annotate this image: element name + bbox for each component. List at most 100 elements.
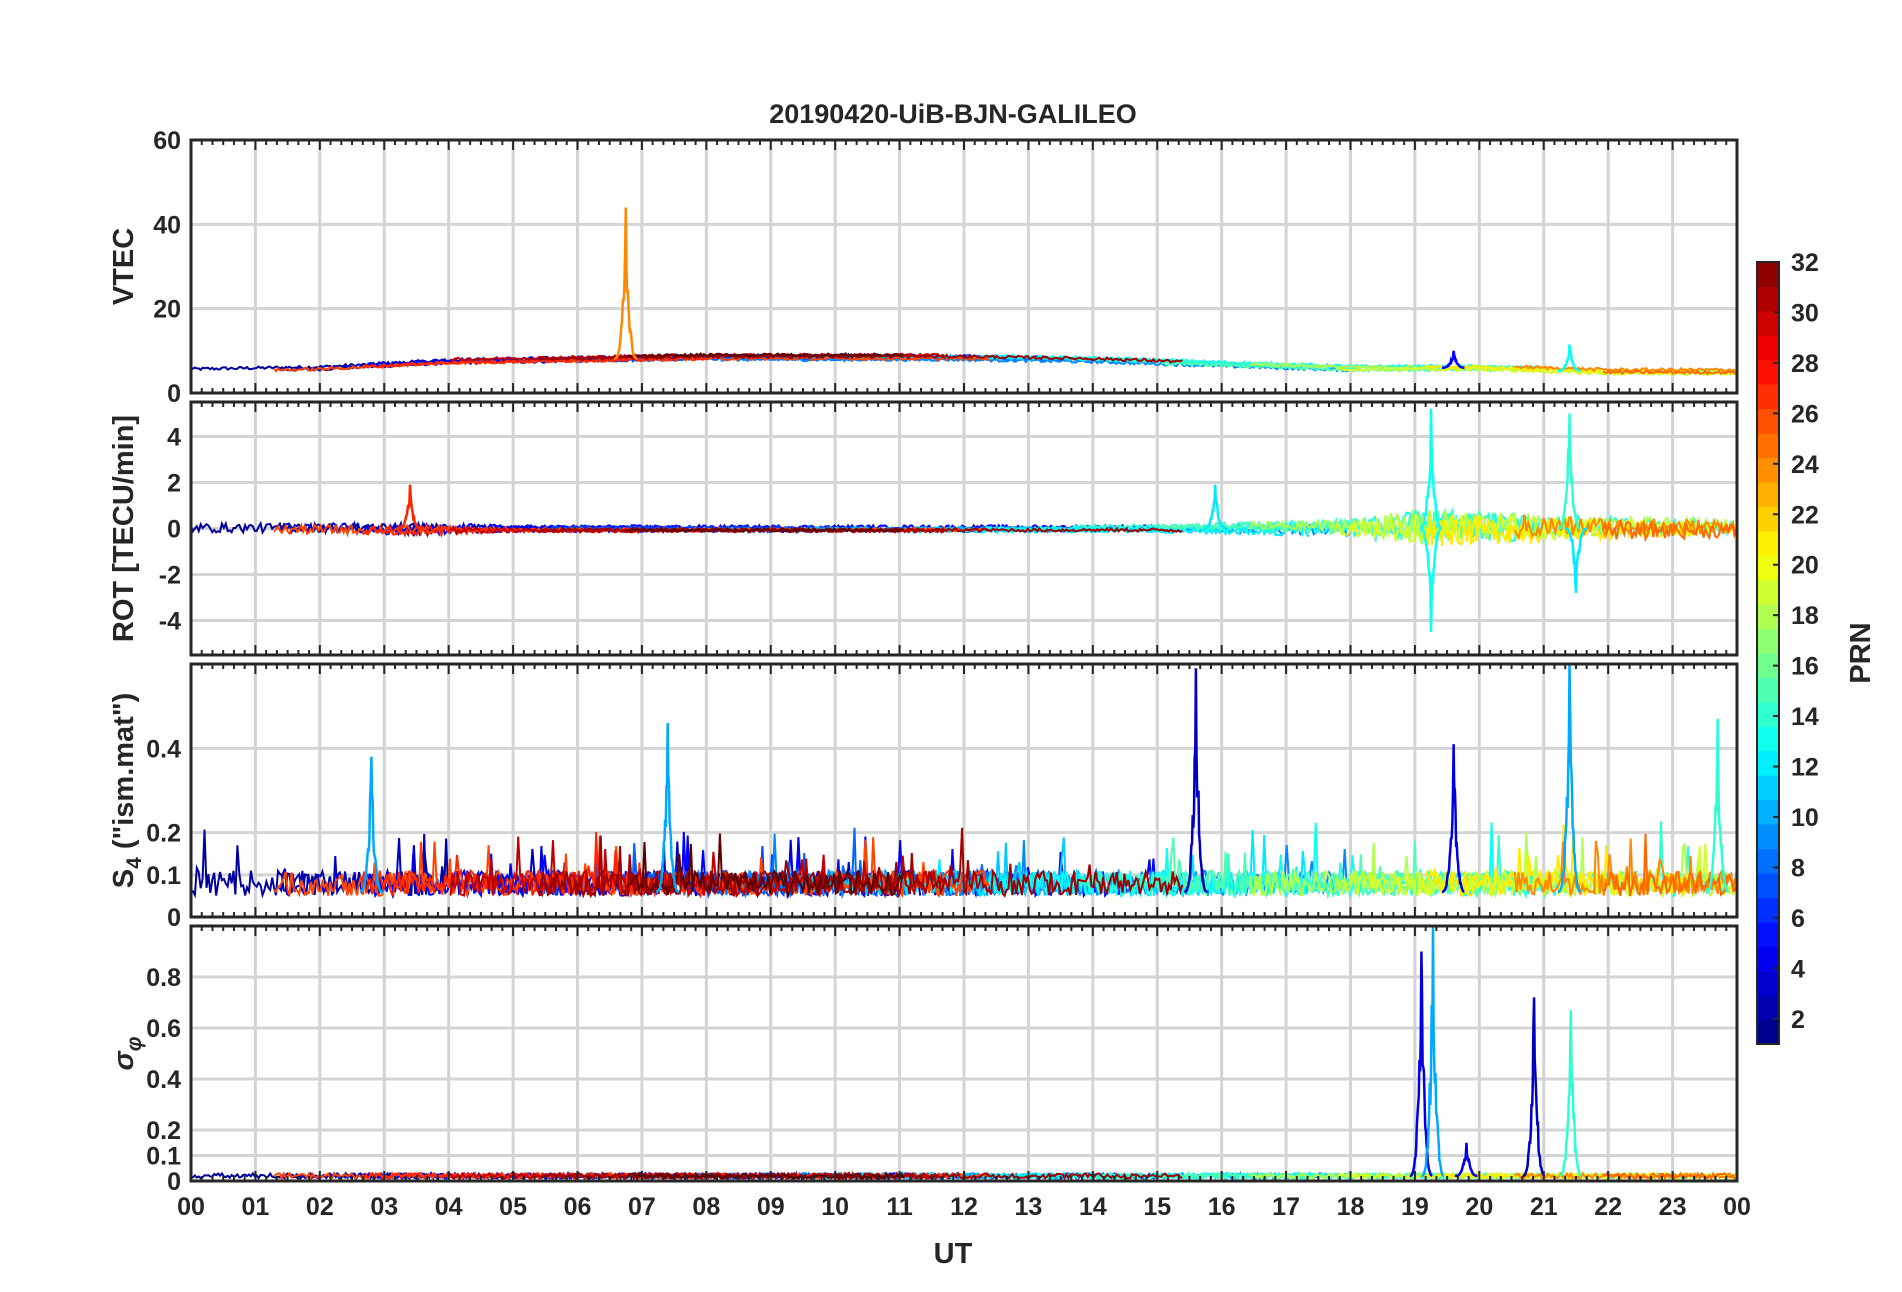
x-tick-label: 19 xyxy=(1401,1193,1429,1221)
panel-2: -4 -2 0 2 4 ROT [TECU/min] xyxy=(108,400,1739,657)
series-spike xyxy=(614,207,638,360)
series-spike xyxy=(1421,926,1445,1178)
chart-figure: 20190420-UiB-BJN-GALILEO 0204060VTEC-4-2… xyxy=(108,99,1877,1270)
x-tick-label: 08 xyxy=(692,1193,720,1221)
colorbar-tick-label: 18 xyxy=(1791,602,1819,630)
colorbar-segment xyxy=(1757,555,1779,581)
series-spike xyxy=(1419,527,1443,633)
colorbar-segment xyxy=(1757,775,1779,801)
colorbar-segment xyxy=(1757,384,1779,410)
series-spike xyxy=(1184,668,1208,893)
y-tick-label: 0 xyxy=(167,904,181,932)
colorbar-tick-label: 24 xyxy=(1791,451,1819,479)
colorbar-segment xyxy=(1757,701,1779,727)
colorbar-segment xyxy=(1757,726,1779,752)
colorbar-tick-label: 32 xyxy=(1791,249,1819,277)
chart-title: 20190420-UiB-BJN-GALILEO xyxy=(769,99,1137,129)
y-axis-label: S4 ("ism.mat") xyxy=(108,693,146,889)
y-tick-label: 40 xyxy=(153,211,181,239)
series-spike xyxy=(1454,1142,1478,1178)
x-tick-label: 13 xyxy=(1015,1193,1043,1221)
colorbar-tick-label: 4 xyxy=(1791,955,1805,983)
panel-1: 0 20 40 60 VTEC xyxy=(108,127,1739,408)
y-tick-label: -4 xyxy=(159,608,181,636)
colorbar-segment xyxy=(1757,262,1779,287)
colorbar-tick-label: 12 xyxy=(1791,754,1819,782)
colorbar-segment xyxy=(1757,628,1779,654)
y-tick-label: 0 xyxy=(167,516,181,544)
y-tick-label: 0.1 xyxy=(146,862,181,890)
y-tick-label: 0.2 xyxy=(146,1117,181,1145)
x-tick-label: 01 xyxy=(242,1193,270,1221)
y-tick-label: 0.1 xyxy=(146,1143,181,1171)
colorbar-segment xyxy=(1757,970,1779,996)
colorbar-segment xyxy=(1757,457,1779,483)
y-tick-label: 60 xyxy=(153,127,181,155)
colorbar-tick-label: 20 xyxy=(1791,552,1819,580)
series-spike xyxy=(1559,1010,1583,1178)
x-tick-label: 23 xyxy=(1659,1193,1687,1221)
y-tick-label: 0.2 xyxy=(146,820,181,848)
colorbar-tick-label: 26 xyxy=(1791,400,1819,428)
colorbar-segment xyxy=(1757,872,1779,898)
colorbar-tick-label: 10 xyxy=(1791,804,1819,832)
colorbar-segment xyxy=(1757,677,1779,703)
x-tick-label: 12 xyxy=(950,1193,978,1221)
colorbar-tick-label: 14 xyxy=(1791,703,1819,731)
x-tick-label: 16 xyxy=(1208,1193,1236,1221)
x-tick-label: 11 xyxy=(886,1193,913,1221)
x-tick-label: 14 xyxy=(1079,1193,1107,1221)
x-tick-label: 00 xyxy=(177,1193,205,1221)
colorbar: 2468101214161820222426283032PRN xyxy=(1756,249,1877,1045)
panel-3: 0 0.1 0.2 0.4S4 ("ism.mat") xyxy=(108,662,1739,932)
colorbar-segment xyxy=(1757,506,1779,532)
colorbar-tick-label: 28 xyxy=(1791,350,1819,378)
colorbar-segment xyxy=(1757,824,1779,849)
colorbar-segment xyxy=(1757,604,1779,630)
x-tick-label: 07 xyxy=(628,1193,656,1221)
colorbar-tick-label: 2 xyxy=(1791,1006,1805,1034)
colorbar-tick-label: 16 xyxy=(1791,653,1819,681)
colorbar-segment xyxy=(1757,848,1779,874)
series-spike xyxy=(1442,744,1465,893)
x-tick-label: 00 xyxy=(1723,1193,1751,1221)
colorbar-tick-label: 30 xyxy=(1791,299,1819,327)
y-axis-label: ROT [TECU/min] xyxy=(108,415,140,642)
x-tick-label: 21 xyxy=(1530,1193,1558,1221)
y-axis-label: VTEC xyxy=(108,228,140,305)
colorbar-segment xyxy=(1757,995,1779,1021)
colorbar-segment xyxy=(1757,530,1779,556)
y-tick-label: 0 xyxy=(167,1168,181,1196)
x-tick-label: 09 xyxy=(757,1193,785,1221)
x-tick-label: 15 xyxy=(1143,1193,1171,1221)
series-spike xyxy=(1557,413,1581,530)
colorbar-segment xyxy=(1757,286,1779,312)
y-tick-label: 2 xyxy=(167,470,181,498)
x-tick-label: 10 xyxy=(821,1193,849,1221)
x-tick-label: 05 xyxy=(499,1193,527,1221)
x-tick-label: 03 xyxy=(370,1193,398,1221)
x-tick-label: 17 xyxy=(1272,1193,1300,1221)
colorbar-segment xyxy=(1757,310,1779,336)
x-tick-label: 04 xyxy=(435,1193,463,1221)
y-tick-label: 0.8 xyxy=(146,964,181,992)
colorbar-tick-label: 22 xyxy=(1791,501,1819,529)
x-tick-labels: 00 01 02 03 04 05 06 07 08 09 10 11 12 13 14 15 16 17 18 19… xyxy=(177,1193,1751,1221)
x-tick-label: 22 xyxy=(1594,1193,1622,1221)
x-tick-label: 02 xyxy=(306,1193,334,1221)
colorbar-segment xyxy=(1757,1019,1779,1045)
series-spike xyxy=(1706,718,1729,893)
y-tick-label: 0 xyxy=(167,380,181,408)
colorbar-segment xyxy=(1757,481,1779,507)
x-tick-label: 18 xyxy=(1337,1193,1365,1221)
y-tick-label: 4 xyxy=(167,424,181,452)
y-tick-label: 0.4 xyxy=(146,735,181,763)
x-tick-label: 06 xyxy=(564,1193,592,1221)
colorbar-segment xyxy=(1757,335,1779,361)
y-tick-label: 0.4 xyxy=(146,1066,181,1094)
y-tick-label: -2 xyxy=(159,562,181,590)
colorbar-segment xyxy=(1757,799,1779,825)
panel-4: 00.10.2 0.4 0.6 0.8 σφ xyxy=(108,924,1739,1196)
y-tick-label: 0.6 xyxy=(146,1015,181,1043)
colorbar-segment xyxy=(1757,921,1779,947)
